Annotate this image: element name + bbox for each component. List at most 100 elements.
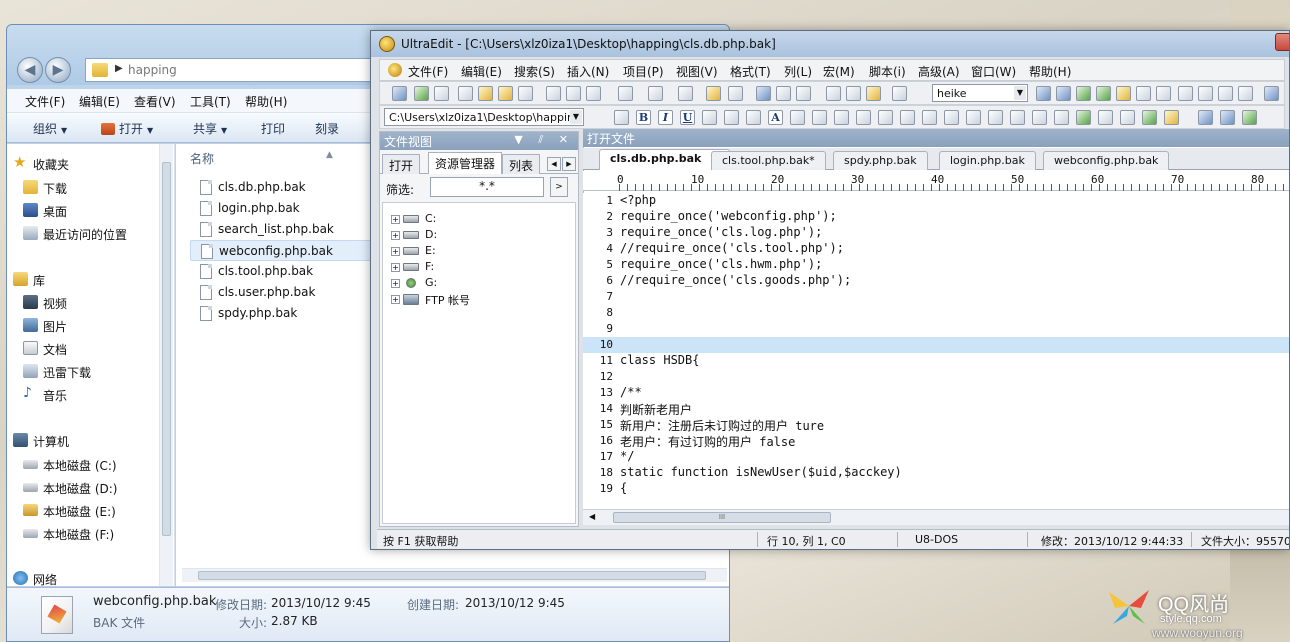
doc-tab-active[interactable]: cls.db.php.bak✕ — [599, 149, 730, 170]
split-window-icon[interactable] — [1264, 86, 1279, 101]
align-center-icon[interactable] — [1198, 86, 1213, 101]
page-setup-icon[interactable] — [586, 86, 601, 101]
sidebar-favorites[interactable]: ★ 收藏夹 — [13, 153, 69, 173]
tab-list[interactable]: 列表 — [502, 154, 541, 174]
hr-icon[interactable] — [900, 110, 915, 125]
table-icon[interactable] — [1198, 110, 1213, 125]
menu-edit[interactable]: 编辑(E) — [79, 93, 120, 110]
list-lines-icon[interactable] — [648, 86, 663, 101]
replace-icon[interactable] — [1076, 86, 1091, 101]
sidebar-item-music[interactable]: ♪ 音乐 — [23, 385, 67, 404]
doc-tab[interactable]: webconfig.php.bak — [1043, 151, 1170, 170]
sidebar-item-pictures[interactable]: 图片 — [23, 318, 67, 335]
find-in-files-icon[interactable] — [1096, 86, 1111, 101]
text-area-icon[interactable] — [944, 110, 959, 125]
menu-search[interactable]: 搜索(S) — [514, 63, 555, 80]
tool-a-icon[interactable] — [614, 110, 629, 125]
code-line[interactable]: 3 require_once('cls.log.php'); — [583, 225, 1289, 241]
code-line[interactable]: 7 — [583, 289, 1289, 305]
open-recent-icon[interactable] — [498, 86, 513, 101]
file-list-hscroll[interactable] — [182, 568, 727, 582]
print-button[interactable]: 打印 — [261, 120, 285, 137]
sidebar-item-thunder[interactable]: 迅雷下载 — [23, 364, 91, 381]
sidebar-item-recent[interactable]: 最近访问的位置 — [23, 226, 127, 243]
code-line[interactable]: 14 判断新老用户 — [583, 401, 1289, 417]
file-item[interactable]: login.php.bak — [190, 198, 362, 219]
code-line[interactable]: 12 — [583, 369, 1289, 385]
menu-advanced[interactable]: 高级(A) — [918, 63, 960, 80]
file-item[interactable]: spdy.php.bak — [190, 303, 362, 324]
undo-icon[interactable] — [892, 86, 907, 101]
file-item[interactable]: cls.db.php.bak — [190, 177, 362, 198]
globe-icon[interactable] — [756, 86, 771, 101]
form-icon[interactable] — [1054, 110, 1069, 125]
menu-tools[interactable]: 工具(T) — [190, 93, 231, 110]
text-box-icon[interactable] — [878, 110, 893, 125]
expand-icon[interactable]: + — [391, 247, 400, 256]
copy-icon[interactable] — [846, 86, 861, 101]
numbering-icon[interactable] — [746, 110, 761, 125]
input-field-icon[interactable] — [922, 110, 937, 125]
compare-icon[interactable] — [392, 86, 407, 101]
blank-page-icon[interactable] — [728, 86, 743, 101]
sidebar-scrollbar[interactable] — [159, 144, 173, 586]
sidebar-library[interactable]: 库 — [13, 272, 45, 289]
menu-insert[interactable]: 插入(N) — [567, 63, 609, 80]
button-icon[interactable] — [988, 110, 1003, 125]
burn-button[interactable]: 刻录 — [315, 120, 339, 137]
code-line[interactable]: 15 新用户：注册后未订购过的用户 ture — [583, 417, 1289, 433]
underline-icon[interactable]: U — [680, 110, 695, 125]
lock-icon[interactable] — [1164, 110, 1179, 125]
menu-macro[interactable]: 宏(M) — [823, 63, 855, 80]
open-button[interactable]: 打开 ▼ — [101, 120, 153, 137]
panel-controls[interactable]: ▼ ⫽ ✕ — [514, 133, 574, 147]
strikethrough-icon[interactable] — [702, 110, 717, 125]
document-properties-icon[interactable] — [618, 86, 633, 101]
menu-window[interactable]: 窗口(W) — [971, 63, 1016, 80]
italic-icon[interactable]: I — [658, 110, 673, 125]
sidebar-computer[interactable]: 计算机 — [13, 433, 69, 450]
expand-icon[interactable]: + — [391, 215, 400, 224]
radio-icon[interactable] — [1032, 110, 1047, 125]
image-icon[interactable] — [1076, 110, 1091, 125]
code-line[interactable]: 11 class HSDB{ — [583, 353, 1289, 369]
font-color-icon[interactable]: A — [768, 110, 783, 125]
doc-tab[interactable]: spdy.php.bak — [833, 151, 928, 170]
hex-mode-icon[interactable] — [678, 86, 693, 101]
code-line-current[interactable]: 10 — [583, 337, 1289, 353]
sort-icon[interactable] — [1120, 110, 1135, 125]
file-item[interactable]: search_list.php.bak — [190, 219, 362, 240]
menu-project[interactable]: 项目(P) — [623, 63, 664, 80]
chevron-right-icon[interactable]: ▶ — [562, 157, 576, 171]
path-select[interactable]: C:\Users\xlz0iza1\Desktop\happing ▼ — [384, 108, 584, 126]
breadcrumb-arrow-icon[interactable]: ▶ — [115, 63, 123, 74]
table-props-icon[interactable] — [1220, 110, 1235, 125]
save-icon[interactable] — [518, 86, 533, 101]
back-arrow-icon[interactable] — [414, 86, 429, 101]
filter-go-button[interactable]: > — [550, 177, 568, 197]
code-editor[interactable]: 1 <?php 2 require_once('webconfig.php'); 3 re… — [583, 193, 1289, 509]
menu-script[interactable]: 脚本(i) — [869, 63, 906, 80]
new-file-icon[interactable] — [458, 86, 473, 101]
paragraph-icon[interactable] — [856, 110, 871, 125]
sidebar-item-videos[interactable]: 视频 — [23, 295, 67, 312]
code-line[interactable]: 19 { — [583, 481, 1289, 497]
scrollbar-thumb[interactable] — [162, 162, 171, 536]
editor-hscroll[interactable]: ◀ III — [583, 509, 1289, 525]
tab-explorer[interactable]: 资源管理器 — [428, 152, 503, 174]
address-bar[interactable]: ▶ happing — [85, 58, 375, 82]
code-line[interactable]: 5 require_once('cls.hwm.php'); — [583, 257, 1289, 273]
share-button[interactable]: 共享 ▼ — [193, 120, 227, 137]
menu-format[interactable]: 格式(T) — [730, 63, 771, 80]
file-item[interactable]: cls.user.php.bak — [190, 282, 362, 303]
menu-help[interactable]: 帮助(H) — [1029, 63, 1071, 80]
copy-file-icon[interactable] — [706, 86, 721, 101]
sidebar-network[interactable]: 网络 — [13, 571, 57, 588]
select-icon[interactable] — [966, 110, 981, 125]
document-menu-icon[interactable] — [388, 63, 402, 77]
chevron-left-icon[interactable]: ◀ — [547, 157, 561, 171]
tag-icon[interactable] — [1142, 110, 1157, 125]
expand-icon[interactable]: + — [391, 295, 400, 304]
highlight-icon[interactable] — [790, 110, 805, 125]
code-line[interactable]: 18 static function isNewUser($uid,$acckey… — [583, 465, 1289, 481]
